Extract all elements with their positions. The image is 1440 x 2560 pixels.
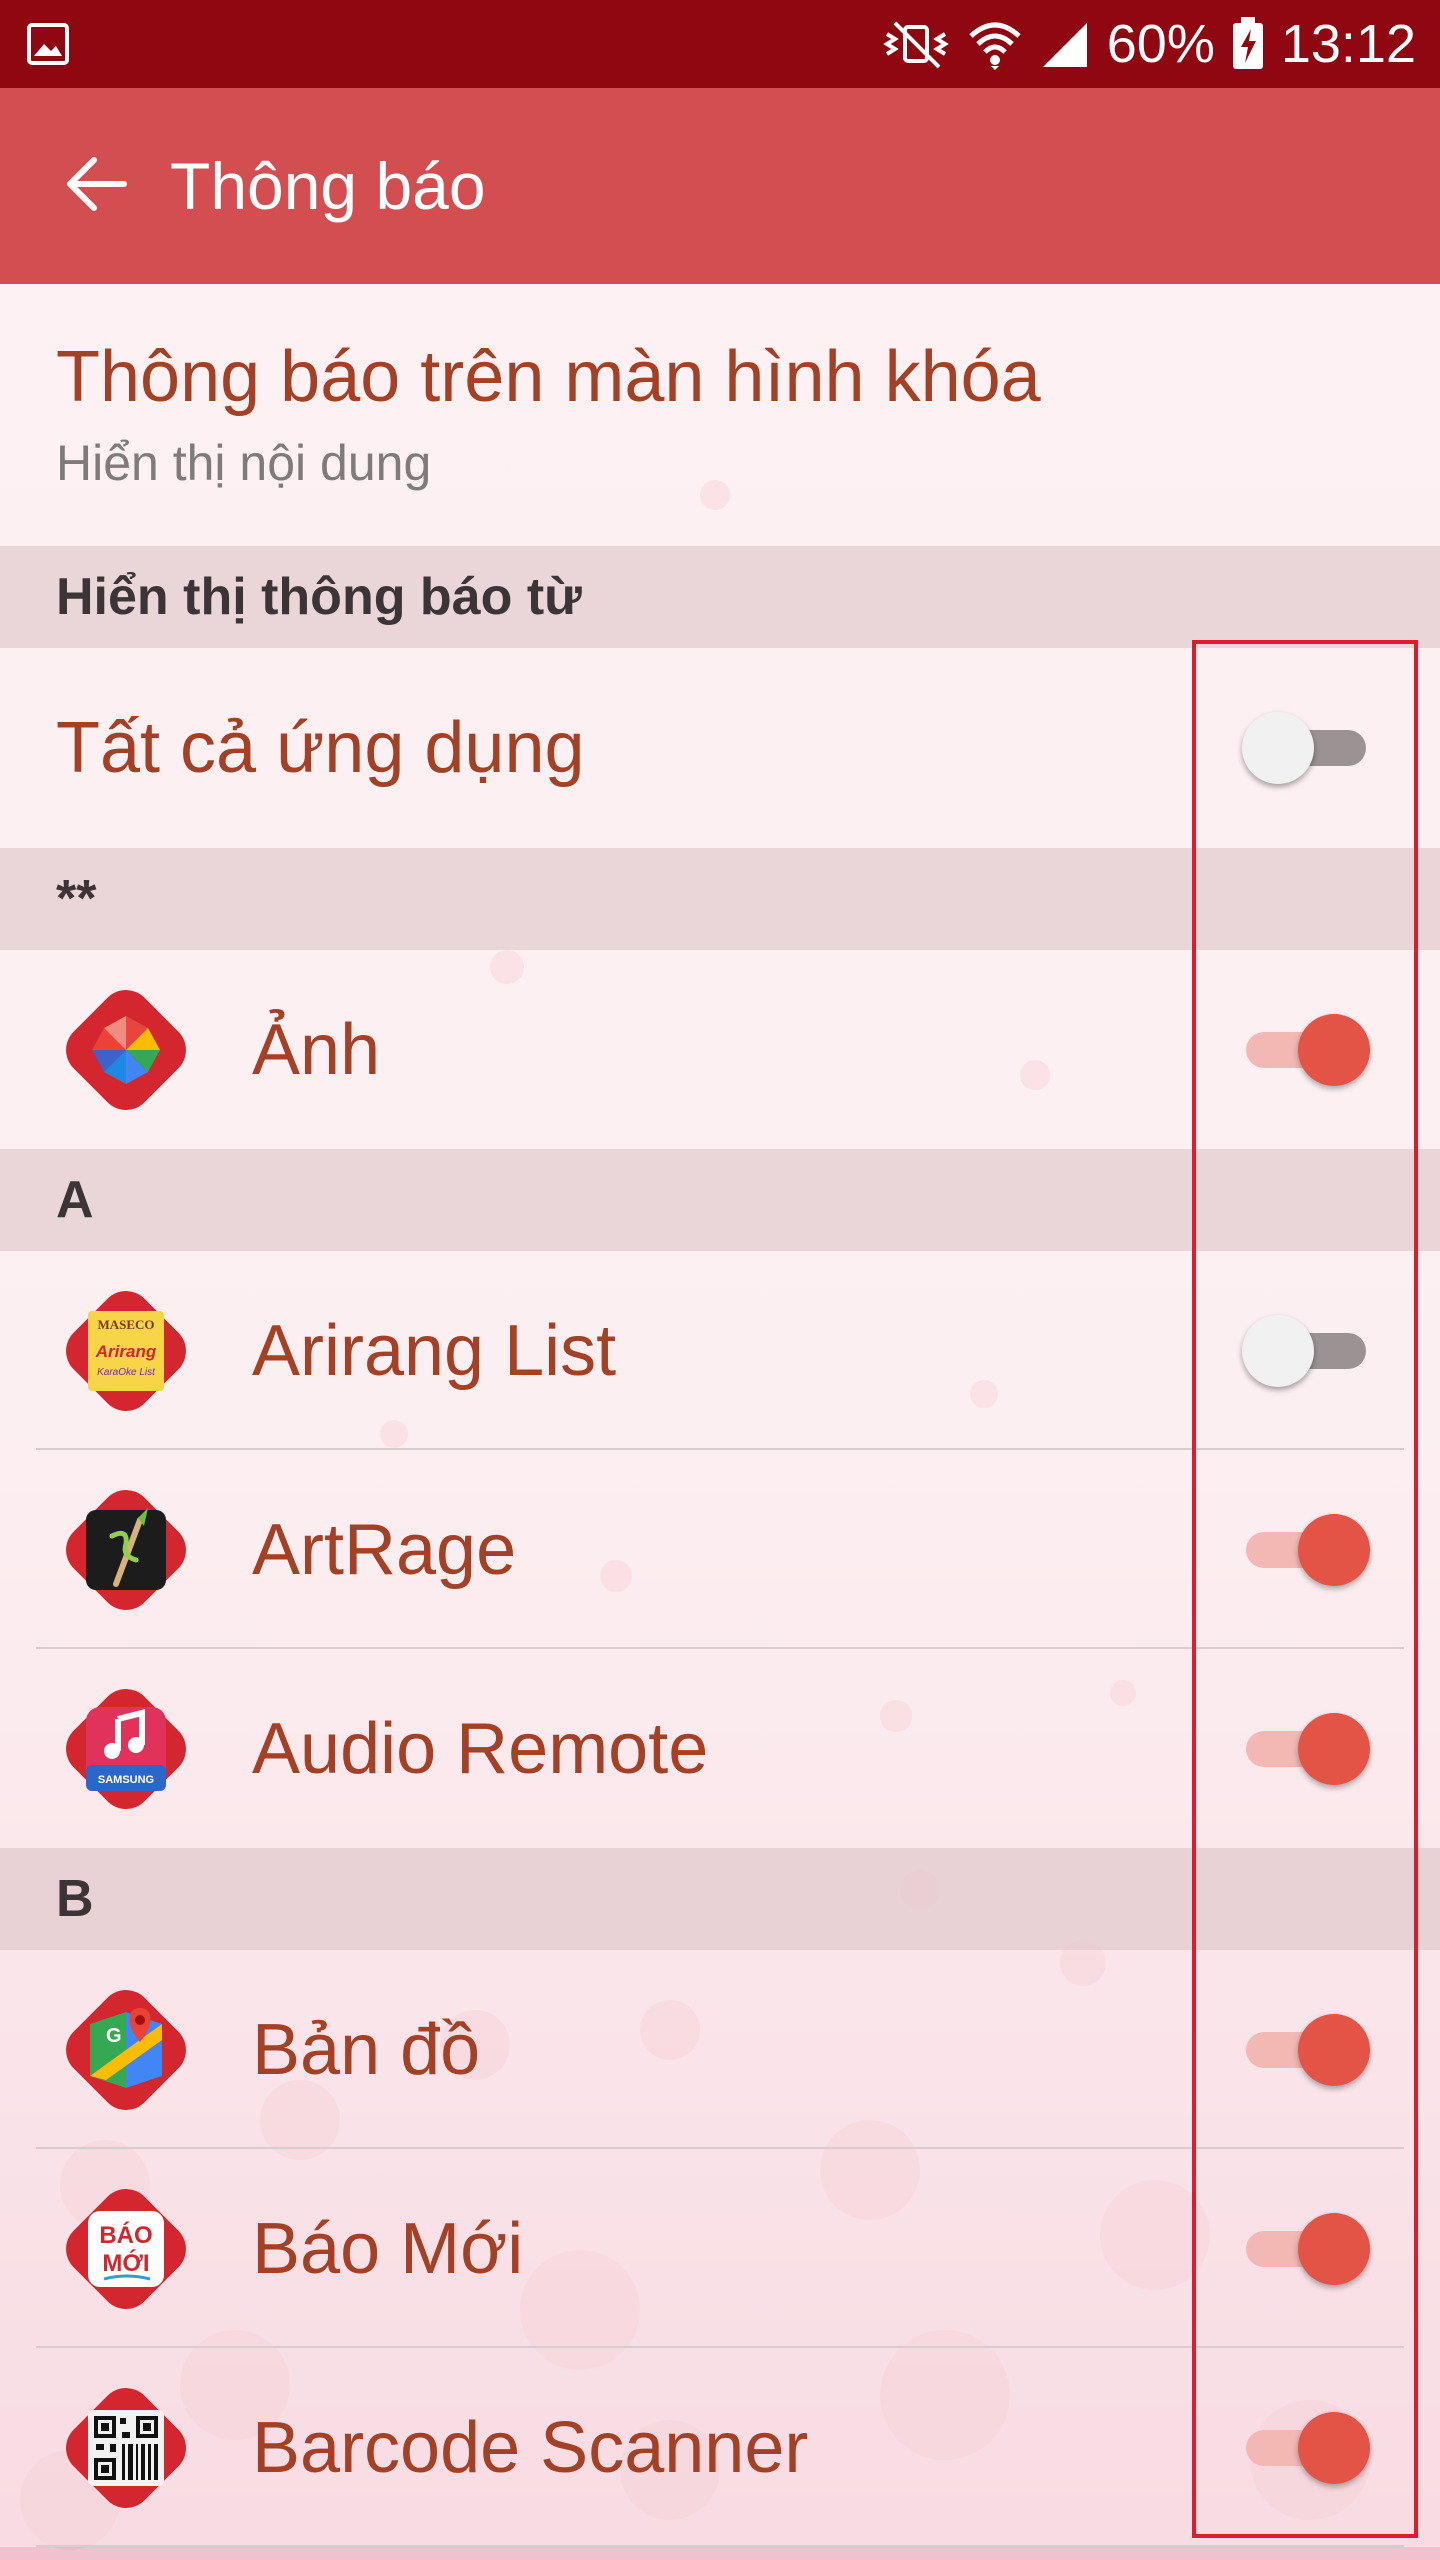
app-label-barcode-scanner: Barcode Scanner	[252, 2407, 809, 2488]
audio-remote-text: SAMSUNG	[98, 1774, 154, 1786]
app-label-audio-remote: Audio Remote	[252, 1708, 709, 1789]
signal-icon	[1039, 19, 1091, 69]
app-bar: Thông báo	[0, 88, 1440, 284]
app-row-barcode-scanner[interactable]: Barcode Scanner	[0, 2348, 1440, 2547]
arirang-bottom-text: KaraOke List	[97, 1367, 156, 1378]
photos-icon	[56, 980, 196, 1120]
app-row-bao-moi[interactable]: BÁO MỚI Báo Mới	[0, 2149, 1440, 2348]
app-row-artrage[interactable]: ArtRage	[0, 1450, 1440, 1649]
audio-remote-icon: SAMSUNG	[56, 1679, 196, 1819]
app-label-arirang-list: Arirang List	[252, 1310, 617, 1391]
page-title: Thông báo	[170, 149, 486, 223]
battery-charging-icon	[1231, 17, 1265, 71]
section-header-show-from: Hiển thị thông báo từ	[0, 546, 1440, 648]
lock-screen-subtitle: Hiển thị nội dung	[56, 434, 432, 491]
image-notification-icon	[26, 22, 70, 66]
app-toggle-anh[interactable]	[1240, 1010, 1372, 1090]
lock-screen-notifications-item[interactable]: Thông báo trên màn hình khóa Hiển thị nộ…	[0, 284, 1440, 546]
battery-percent: 60%	[1106, 14, 1215, 74]
bao-moi-text-2: MỚI	[102, 2249, 149, 2277]
app-label-ban-do: Bản đồ	[252, 2009, 481, 2090]
notification-settings-list: Thông báo trên màn hình khóa Hiển thị nộ…	[0, 284, 1440, 2547]
app-label-anh: Ảnh	[252, 1009, 381, 1090]
section-header-b: B	[0, 1848, 1440, 1950]
status-bar: 60% 13:12	[0, 0, 1440, 88]
app-row-ban-do[interactable]: G Bản đồ	[0, 1950, 1440, 2149]
arirang-mid-text: Arirang	[95, 1342, 157, 1361]
barcode-scanner-icon	[56, 2378, 196, 2518]
clock: 13:12	[1280, 14, 1416, 74]
app-row-audio-remote[interactable]: SAMSUNG Audio Remote	[0, 1649, 1440, 1848]
arirang-top-text: MASECO	[97, 1317, 154, 1332]
app-toggle-barcode-scanner[interactable]	[1240, 2408, 1372, 2488]
app-toggle-arirang-list[interactable]	[1240, 1311, 1372, 1391]
section-header-a: A	[0, 1149, 1440, 1251]
app-toggle-ban-do[interactable]	[1240, 2010, 1372, 2090]
section-header-star: **	[0, 848, 1440, 950]
bao-moi-icon: BÁO MỚI	[56, 2179, 196, 2319]
all-apps-label: Tất cả ứng dụng	[56, 708, 585, 788]
app-toggle-artrage[interactable]	[1240, 1510, 1372, 1590]
all-apps-item[interactable]: Tất cả ứng dụng	[0, 648, 1440, 848]
app-toggle-audio-remote[interactable]	[1240, 1709, 1372, 1789]
app-label-artrage: ArtRage	[252, 1509, 517, 1590]
lock-screen-title: Thông báo trên màn hình khóa	[56, 337, 1041, 418]
bao-moi-text-1: BÁO	[99, 2221, 152, 2249]
arirang-list-icon: MASECO Arirang KaraOke List	[56, 1281, 196, 1421]
back-button[interactable]	[36, 126, 156, 246]
maps-icon: G	[56, 1980, 196, 2120]
arrow-left-icon	[64, 156, 128, 217]
wifi-icon	[967, 18, 1023, 70]
app-label-bao-moi: Báo Mới	[252, 2208, 524, 2289]
app-row-anh[interactable]: Ảnh	[0, 950, 1440, 1149]
all-apps-toggle[interactable]	[1240, 708, 1372, 788]
artrage-icon	[56, 1480, 196, 1620]
vibrate-mute-icon	[881, 19, 951, 69]
app-toggle-bao-moi[interactable]	[1240, 2209, 1372, 2289]
svg-text:G: G	[106, 2025, 122, 2047]
app-row-arirang-list[interactable]: MASECO Arirang KaraOke List Arirang List	[0, 1251, 1440, 1450]
